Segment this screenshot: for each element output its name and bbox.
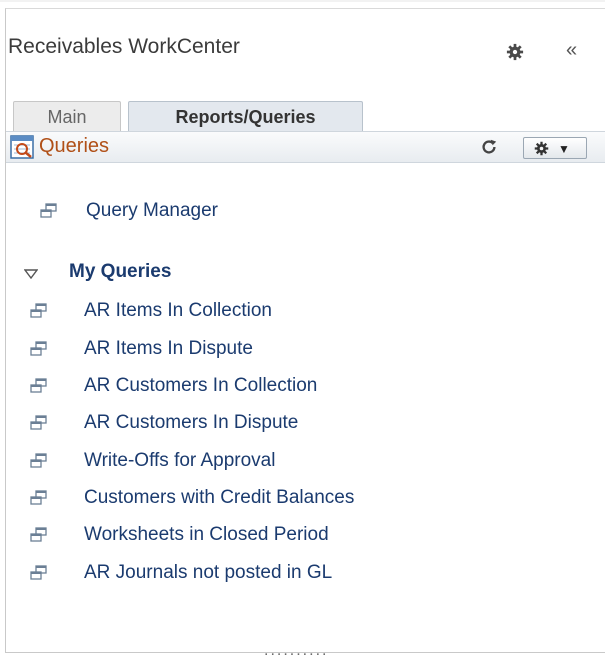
list-item-label: AR Items In Dispute [84, 338, 253, 359]
window-link-icon [30, 341, 47, 356]
panel-header: Receivables WorkCenter « [6, 9, 605, 91]
chevron-down-icon: ▼ [558, 142, 570, 156]
window-link-icon [40, 203, 57, 218]
window-link-icon [30, 453, 47, 468]
gear-dropdown-icon [534, 141, 549, 156]
gear-icon[interactable] [506, 43, 524, 61]
tab-bar: Main Reports/Queries [6, 91, 605, 132]
top-divider [0, 0, 605, 2]
options-dropdown-button[interactable]: ▼ [523, 137, 587, 159]
resize-handle[interactable]: .......... [264, 642, 328, 660]
tab-main[interactable]: Main [13, 101, 121, 132]
window-link-icon [30, 490, 47, 505]
list-item-label: AR Items In Collection [84, 300, 272, 321]
queries-icon [10, 135, 34, 159]
double-chevron-left-icon[interactable]: « [566, 40, 577, 60]
list-item-label: Customers with Credit Balances [84, 487, 355, 508]
tab-reports-queries[interactable]: Reports/Queries [128, 101, 363, 132]
list-item-label: Worksheets in Closed Period [84, 524, 329, 545]
window-link-icon [30, 415, 47, 430]
group-label: My Queries [69, 261, 172, 282]
expanded-triangle-icon[interactable] [24, 269, 38, 279]
window-link-icon [30, 527, 47, 542]
queries-section-header: Queries ▼ [6, 131, 605, 163]
window-link-icon [30, 378, 47, 393]
list-item-label: AR Customers In Dispute [84, 412, 299, 433]
section-title[interactable]: Queries [39, 135, 109, 158]
list-item-label: AR Customers In Collection [84, 375, 318, 396]
window-link-icon [30, 303, 47, 318]
list-item-label: AR Journals not posted in GL [84, 562, 333, 583]
refresh-icon[interactable] [480, 138, 498, 156]
workcenter-panel: Receivables WorkCenter « Main Reports/Qu… [5, 8, 605, 659]
page-title: Receivables WorkCenter [8, 35, 240, 58]
list-item-label: Write-Offs for Approval [84, 450, 276, 471]
window-link-icon [30, 565, 47, 580]
list-item-label: Query Manager [86, 200, 219, 221]
